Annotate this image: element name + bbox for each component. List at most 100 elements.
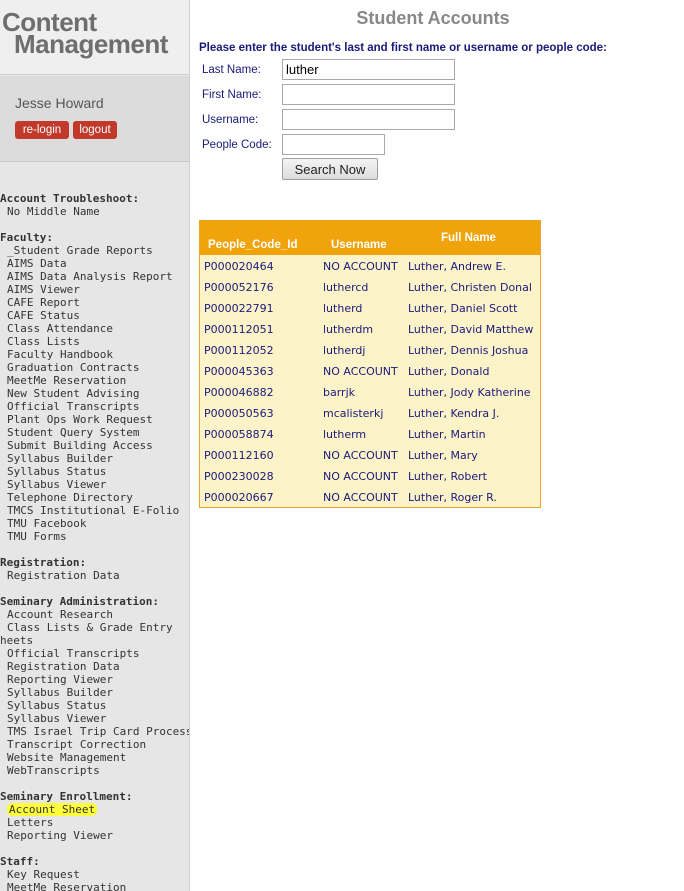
cell-people-code[interactable]: P000112052 <box>204 344 274 357</box>
cell-people-code[interactable]: P000112051 <box>204 323 274 336</box>
menu-item-faculty-handbook[interactable]: Faculty Handbook <box>0 348 189 361</box>
search-now-button[interactable]: Search Now <box>282 158 378 180</box>
last-name-input[interactable] <box>282 59 455 80</box>
menu-item-tms-israel-trip-card[interactable]: TMS Israel Trip Card Processing <box>0 725 189 738</box>
cell-full-name: Luther, Robert <box>408 470 487 483</box>
menu-item-account-sheet-label: Account Sheet <box>7 803 98 816</box>
menu-item-meetme-reservation-staff[interactable]: MeetMe Reservation <box>0 881 189 891</box>
menu-item-syllabus-builder[interactable]: Syllabus Builder <box>0 452 189 465</box>
menu-item-graduation-contracts[interactable]: Graduation Contracts <box>0 361 189 374</box>
first-name-input[interactable] <box>282 84 455 105</box>
menu-section-title: Seminary Enrollment: <box>0 790 133 803</box>
menu-item-official-transcripts-admin[interactable]: Official Transcripts <box>0 647 189 660</box>
cell-people-code[interactable]: P000052176 <box>204 281 274 294</box>
cell-username: NO ACCOUNT <box>323 260 398 273</box>
menu-item-official-transcripts[interactable]: Official Transcripts <box>0 400 189 413</box>
page-title: Student Accounts <box>356 8 510 28</box>
menu-item-aims-viewer[interactable]: AIMS Viewer <box>0 283 189 296</box>
menu-section-seminary-enrollment: Seminary Enrollment: Account Sheet Lette… <box>0 790 189 842</box>
cell-full-name: Luther, Martin <box>408 428 486 441</box>
cell-full-name: Luther, David Matthew <box>408 323 534 336</box>
table-row[interactable]: P000020464 NO ACCOUNT Luther, Andrew E. <box>200 256 540 277</box>
menu-item-aims-data[interactable]: AIMS Data <box>0 257 189 270</box>
menu-item-cafe-report[interactable]: CAFE Report <box>0 296 189 309</box>
menu-item-syllabus-builder-admin[interactable]: Syllabus Builder <box>0 686 189 699</box>
table-row[interactable]: P000230028 NO ACCOUNT Luther, Robert <box>200 466 540 487</box>
table-row[interactable]: P000020667 NO ACCOUNT Luther, Roger R. <box>200 487 540 508</box>
cell-people-code[interactable]: P000046882 <box>204 386 274 399</box>
table-row[interactable]: P000046882 barrjk Luther, Jody Katherine <box>200 382 540 403</box>
cell-people-code[interactable]: P000022791 <box>204 302 274 315</box>
table-row[interactable]: P000112052 lutherdj Luther, Dennis Joshua <box>200 340 540 361</box>
last-name-label: Last Name: <box>202 64 261 76</box>
cell-people-code[interactable]: P000050563 <box>204 407 274 420</box>
menu-item-aims-data-analysis-report[interactable]: AIMS Data Analysis Report <box>0 270 189 283</box>
cell-full-name: Luther, Dennis Joshua <box>408 344 529 357</box>
menu-item-cafe-status[interactable]: CAFE Status <box>0 309 189 322</box>
cell-people-code[interactable]: P000020464 <box>204 260 274 273</box>
table-row[interactable]: P000045363 NO ACCOUNT Luther, Donald <box>200 361 540 382</box>
results-table: People_Code_Id Username Full Name P00002… <box>199 220 541 508</box>
table-row[interactable]: P000112051 lutherdm Luther, David Matthew <box>200 319 540 340</box>
menu-item-syllabus-status-admin[interactable]: Syllabus Status <box>0 699 189 712</box>
menu-item-letters[interactable]: Letters <box>0 816 189 829</box>
menu-item-key-request[interactable]: Key Request <box>0 868 189 881</box>
cell-people-code[interactable]: P000058874 <box>204 428 274 441</box>
menu-item-website-management[interactable]: Website Management <box>0 751 189 764</box>
menu-item-syllabus-viewer[interactable]: Syllabus Viewer <box>0 478 189 491</box>
menu-item-meetme-reservation[interactable]: MeetMe Reservation <box>0 374 189 387</box>
cell-username: NO ACCOUNT <box>323 449 398 462</box>
menu-item-student-query-system[interactable]: Student Query System <box>0 426 189 439</box>
menu-item-reporting-viewer[interactable]: Reporting Viewer <box>0 829 189 842</box>
menu-item-transcript-correction[interactable]: Transcript Correction <box>0 738 189 751</box>
menu-section-faculty: Faculty: _Student Grade Reports AIMS Dat… <box>0 231 189 543</box>
username-input[interactable] <box>282 109 455 130</box>
cell-full-name: Luther, Christen Donal <box>408 281 532 294</box>
menu-item-tmcs-institutional-efolio[interactable]: TMCS Institutional E-Folio <box>0 504 189 517</box>
menu-item-syllabus-status[interactable]: Syllabus Status <box>0 465 189 478</box>
table-row[interactable]: P000052176 luthercd Luther, Christen Donal <box>200 277 540 298</box>
menu-item-registration-data-admin[interactable]: Registration Data <box>0 660 189 673</box>
logo-line-2: Management <box>14 29 168 59</box>
menu-item-plant-ops-work-request[interactable]: Plant Ops Work Request <box>0 413 189 426</box>
menu-item-account-research[interactable]: Account Research <box>0 608 189 621</box>
cell-people-code[interactable]: P000230028 <box>204 470 274 483</box>
cell-username: NO ACCOUNT <box>323 491 398 504</box>
table-row[interactable]: P000112160 NO ACCOUNT Luther, Mary <box>200 445 540 466</box>
menu-item-submit-building-access[interactable]: Submit Building Access <box>0 439 189 452</box>
menu-item-syllabus-viewer-admin[interactable]: Syllabus Viewer <box>0 712 189 725</box>
header-full-name[interactable]: Full Name <box>441 232 496 244</box>
cell-people-code[interactable]: P000045363 <box>204 365 274 378</box>
menu-item-webtranscripts[interactable]: WebTranscripts <box>0 764 189 777</box>
menu-item-no-middle-name[interactable]: No Middle Name <box>0 205 189 218</box>
menu-section-title: Account Troubleshoot: <box>0 192 140 205</box>
menu-item-new-student-advising[interactable]: New Student Advising <box>0 387 189 400</box>
cell-full-name: Luther, Daniel Scott <box>408 302 518 315</box>
table-row[interactable]: P000058874 lutherm Luther, Martin <box>200 424 540 445</box>
table-row[interactable]: P000050563 mcalisterkj Luther, Kendra J. <box>200 403 540 424</box>
menu-item-student-grade-reports[interactable]: _Student Grade Reports <box>0 244 189 257</box>
sidebar: Content Management Jesse Howard re-login… <box>0 0 190 891</box>
results-body: P000020464 NO ACCOUNT Luther, Andrew E. P0… <box>200 256 540 508</box>
people-code-input[interactable] <box>282 134 385 155</box>
menu-item-class-attendance[interactable]: Class Attendance <box>0 322 189 335</box>
menu-item-registration-data[interactable]: Registration Data <box>0 569 189 582</box>
cell-people-code[interactable]: P000112160 <box>204 449 274 462</box>
menu-item-class-lists-grade-entry[interactable]: Class Lists & Grade Entry <box>0 621 189 634</box>
menu-item-telephone-directory[interactable]: Telephone Directory <box>0 491 189 504</box>
menu-item-tmu-forms[interactable]: TMU Forms <box>0 530 189 543</box>
menu-item-tmu-facebook[interactable]: TMU Facebook <box>0 517 189 530</box>
table-row[interactable]: P000022791 lutherd Luther, Daniel Scott <box>200 298 540 319</box>
menu-item-account-sheet[interactable]: Account Sheet <box>0 803 189 816</box>
menu-item-class-lists[interactable]: Class Lists <box>0 335 189 348</box>
header-people-code-id[interactable]: People_Code_Id <box>208 239 297 251</box>
menu-item-class-lists-grade-entry-cont[interactable]: heets <box>0 634 189 647</box>
logout-button[interactable]: logout <box>73 121 117 139</box>
cell-full-name: Luther, Jody Katherine <box>408 386 531 399</box>
menu-item-reporting-viewer-admin[interactable]: Reporting Viewer <box>0 673 189 686</box>
header-username[interactable]: Username <box>331 239 387 251</box>
relogin-button[interactable]: re-login <box>15 121 69 139</box>
cell-full-name: Luther, Andrew E. <box>408 260 506 273</box>
cell-people-code[interactable]: P000020667 <box>204 491 274 504</box>
cell-username: lutherdm <box>323 323 374 336</box>
